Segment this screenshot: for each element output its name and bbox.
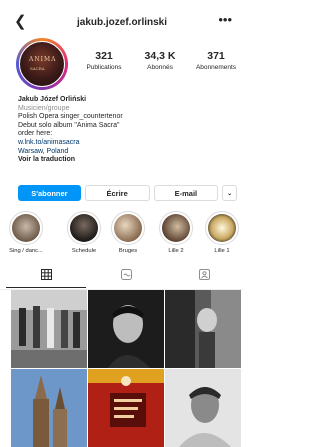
highlight-item[interactable]: Lille 2 — [156, 211, 196, 254]
highlight-label: Sing / danc... — [9, 248, 43, 254]
highlight-cover — [159, 211, 193, 245]
tab-reels[interactable] — [86, 269, 166, 287]
reels-icon — [120, 269, 132, 280]
tagged-icon — [198, 269, 210, 280]
tab-tagged[interactable] — [164, 269, 244, 287]
grid-icon — [40, 269, 52, 280]
post-thumbnail[interactable] — [165, 369, 241, 447]
post-thumbnail[interactable] — [88, 369, 164, 447]
post-image — [11, 369, 87, 447]
follow-button[interactable]: S'abonner — [18, 185, 81, 201]
highlight-cover — [205, 211, 239, 245]
highlight-label: Bruges — [118, 248, 138, 254]
posts-count: 321 — [95, 50, 113, 62]
highlight-cover — [111, 211, 145, 245]
top-bar: ❮ jakub.jozef.orlinski ••• — [0, 8, 244, 36]
avatar-text-line1: ANIMA — [29, 56, 57, 63]
message-button[interactable]: Écrire — [84, 185, 150, 201]
post-image — [88, 369, 164, 447]
following-label: Abonnements — [195, 64, 237, 71]
highlight-label: Lille 2 — [168, 248, 184, 254]
posts-grid — [11, 290, 241, 447]
email-button[interactable]: E-mail — [153, 185, 219, 201]
bio-line-1: Polish Opera singer_countertenor — [18, 113, 123, 121]
avatar[interactable]: ANIMA SACRA — [16, 38, 68, 90]
suggestions-chevron-icon[interactable]: ⌄ — [222, 185, 237, 201]
highlight-cover — [9, 211, 43, 245]
bio-link[interactable]: w.lnk.to/animasacra — [18, 139, 238, 148]
post-thumbnail[interactable] — [11, 290, 87, 368]
profile-stats: 321 Publications 34,3 K Abonnés 371 Abon… — [76, 50, 244, 71]
post-thumbnail[interactable] — [11, 369, 87, 447]
following-count: 371 — [207, 50, 225, 62]
profile-bio: Jakub Józef Orliński Musicien/groupe Pol… — [18, 96, 238, 165]
profile-category: Musicien/groupe — [18, 104, 70, 112]
followers-count: 34,3 K — [144, 50, 176, 62]
bio-line-2: Debut solo album "Anima Sacra" — [18, 121, 120, 129]
translate-link[interactable]: Voir la traduction — [18, 156, 238, 165]
bio-line-3: order here: — [18, 130, 53, 138]
tab-posts-grid[interactable] — [6, 269, 86, 288]
following-stat[interactable]: 371 Abonnements — [188, 50, 244, 71]
highlight-cover — [67, 211, 101, 245]
post-image — [165, 369, 241, 447]
highlight-item[interactable]: Bruges — [108, 211, 148, 254]
more-dots-icon[interactable]: ••• — [218, 12, 232, 27]
bio-location[interactable]: Warsaw, Poland — [18, 148, 238, 157]
highlight-label: Schedule — [71, 248, 97, 254]
profile-name: Jakub Józef Orliński — [18, 96, 87, 103]
posts-stat[interactable]: 321 Publications — [76, 50, 132, 71]
highlight-label: Lille 1 — [214, 248, 230, 254]
profile-username: jakub.jozef.orlinski — [76, 17, 168, 28]
highlight-item[interactable]: Lille 1 — [202, 211, 242, 254]
action-buttons: S'abonner Écrire E-mail ⌄ — [18, 185, 237, 201]
post-image — [11, 290, 87, 368]
followers-stat[interactable]: 34,3 K Abonnés — [132, 50, 188, 71]
post-thumbnail[interactable] — [88, 290, 164, 368]
post-image — [165, 290, 241, 368]
highlight-item[interactable]: Schedule — [64, 211, 104, 254]
highlight-item[interactable]: Sing / danc... — [6, 211, 46, 254]
avatar-image: ANIMA SACRA — [19, 41, 65, 87]
avatar-text-line2: SACRA — [30, 66, 45, 71]
profile-tabs — [0, 265, 244, 290]
posts-label: Publications — [86, 64, 122, 71]
post-thumbnail[interactable] — [165, 290, 241, 368]
story-highlights: Sing / danc... Schedule Bruges Lille 2 L… — [0, 211, 244, 261]
followers-label: Abonnés — [147, 64, 173, 71]
post-image — [88, 290, 164, 368]
